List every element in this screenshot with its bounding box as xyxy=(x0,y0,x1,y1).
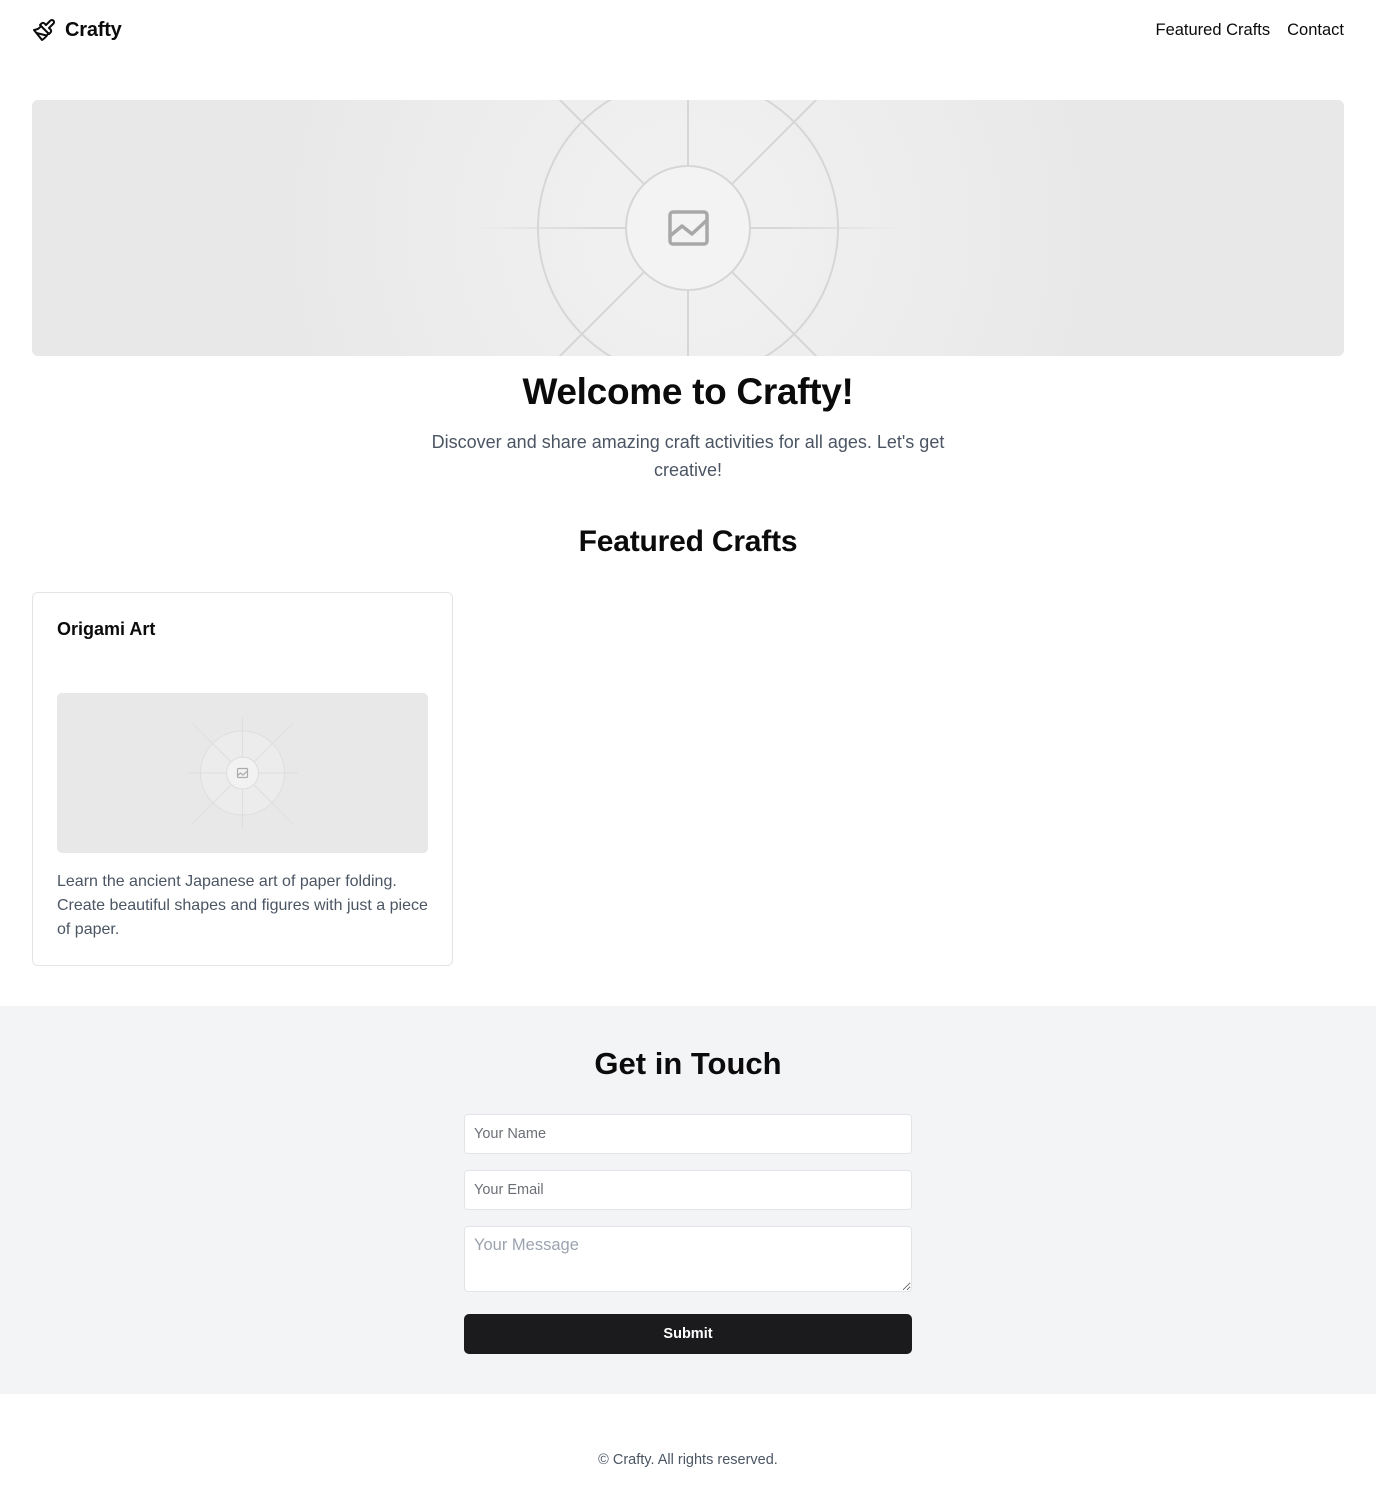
email-input[interactable] xyxy=(464,1170,912,1210)
submit-button[interactable]: Submit xyxy=(464,1314,912,1354)
craft-card[interactable]: Origami Art Learn the ancient Japanese a… xyxy=(32,592,453,966)
craft-card-image xyxy=(57,693,428,853)
hero-image-placeholder xyxy=(32,100,1344,356)
contact-title: Get in Touch xyxy=(594,1046,782,1081)
featured-crafts-title: Featured Crafts xyxy=(578,525,798,558)
brand-name: Crafty xyxy=(65,18,122,41)
name-input[interactable] xyxy=(464,1114,912,1154)
craft-card-description: Learn the ancient Japanese art of paper … xyxy=(57,873,428,938)
message-textarea[interactable] xyxy=(464,1226,912,1292)
footer-copyright: © Crafty. All rights reserved. xyxy=(598,1452,778,1468)
site-header: Crafty Featured Crafts Contact xyxy=(0,0,1376,60)
brand-logo[interactable]: Crafty xyxy=(32,16,122,44)
paintbrush-icon xyxy=(33,19,55,41)
contact-section: Get in Touch Submit xyxy=(0,1006,1376,1394)
main-nav: Featured Crafts Contact xyxy=(1155,18,1344,42)
image-placeholder-icon xyxy=(57,693,428,853)
nav-link-contact[interactable]: Contact xyxy=(1287,18,1344,42)
image-placeholder-icon xyxy=(32,100,1344,356)
hero-subtitle: Discover and share amazing craft activit… xyxy=(431,432,945,480)
hero-title: Welcome to Crafty! xyxy=(522,371,854,412)
nav-link-featured-crafts[interactable]: Featured Crafts xyxy=(1155,18,1270,42)
craft-card-title: Origami Art xyxy=(57,619,156,639)
